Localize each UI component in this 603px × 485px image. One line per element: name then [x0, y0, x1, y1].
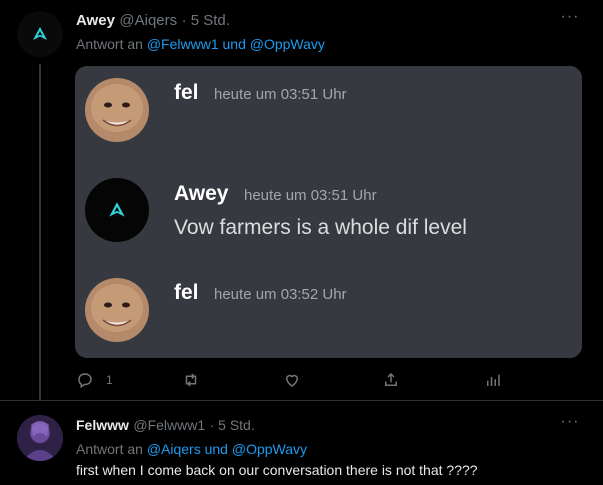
avatar-awey-discord [85, 178, 149, 242]
analytics-button[interactable] [484, 368, 502, 392]
reply-prefix: Antwort an [76, 36, 143, 52]
message-author: Awey [174, 182, 229, 205]
retweet-icon [185, 373, 197, 387]
reply-count: 1 [106, 373, 113, 387]
attached-image[interactable]: fel heute um 03:51 Uhr Awey heute um 03:… [75, 66, 582, 358]
analytics-icon [487, 374, 500, 386]
awey-logo-icon [109, 202, 125, 217]
share-button[interactable] [382, 368, 400, 392]
message-author: fel [174, 81, 199, 104]
message-time: heute um 03:52 Uhr [214, 286, 347, 303]
reply-button[interactable]: 1 [76, 368, 113, 392]
message-time: heute um 03:51 Uhr [244, 187, 377, 204]
retweet-button[interactable] [182, 368, 200, 392]
avatar-fel [85, 278, 149, 342]
tweet-actions: 1 [76, 368, 516, 392]
reply-icon [78, 373, 92, 389]
reply-targets[interactable]: @Aiqers und @OppWavy [147, 441, 307, 457]
discord-message: fel heute um 03:52 Uhr [75, 266, 582, 358]
awey-logo-icon [33, 27, 47, 40]
more-options-button[interactable]: ··· [559, 9, 581, 28]
message-author: fel [174, 281, 199, 304]
tweet-header: Awey @Aiqers · 5 Std. [76, 12, 230, 30]
tweet-time[interactable]: · 5 Std. [182, 12, 230, 29]
reply-to-line: Antwort an @Felwww1 und @OppWavy [76, 36, 325, 52]
tweet-time[interactable]: · 5 Std. [210, 417, 255, 433]
tweet-felwww[interactable]: Felwww @Felwww1 · 5 Std. ··· Antwort an … [0, 401, 603, 485]
like-icon [285, 374, 299, 387]
discord-message: fel heute um 03:51 Uhr [75, 66, 582, 156]
face-avatar-icon [85, 78, 149, 142]
tweet-awey[interactable]: Awey @Aiqers · 5 Std. ··· Antwort an @Fe… [0, 0, 603, 400]
tweet-header: Felwww @Felwww1 · 5 Std. [76, 417, 255, 435]
purple-avatar-icon [17, 415, 63, 461]
reply-to-line: Antwort an @Aiqers und @OppWavy [76, 441, 307, 457]
reply-prefix: Antwort an [76, 441, 143, 457]
share-icon [385, 372, 397, 386]
avatar-awey[interactable] [17, 11, 63, 57]
reply-targets[interactable]: @Felwww1 und @OppWavy [147, 36, 325, 52]
avatar-fel [85, 78, 149, 142]
message-text: Vow farmers is a whole dif level [174, 216, 467, 239]
author-handle[interactable]: @Felwww1 [133, 417, 205, 433]
like-button[interactable] [283, 368, 301, 392]
thread-line [39, 64, 41, 400]
face-avatar-icon [85, 278, 149, 342]
author-handle[interactable]: @Aiqers [119, 12, 177, 29]
more-options-button[interactable]: ··· [559, 414, 581, 433]
avatar-felwww[interactable] [17, 415, 63, 461]
message-time: heute um 03:51 Uhr [214, 86, 347, 103]
author-name[interactable]: Awey [76, 12, 115, 29]
tweet-text: first when I come back on our conversati… [76, 462, 478, 478]
discord-message: Awey heute um 03:51 Uhr Vow farmers is a… [75, 166, 582, 256]
author-name[interactable]: Felwww [76, 417, 129, 433]
